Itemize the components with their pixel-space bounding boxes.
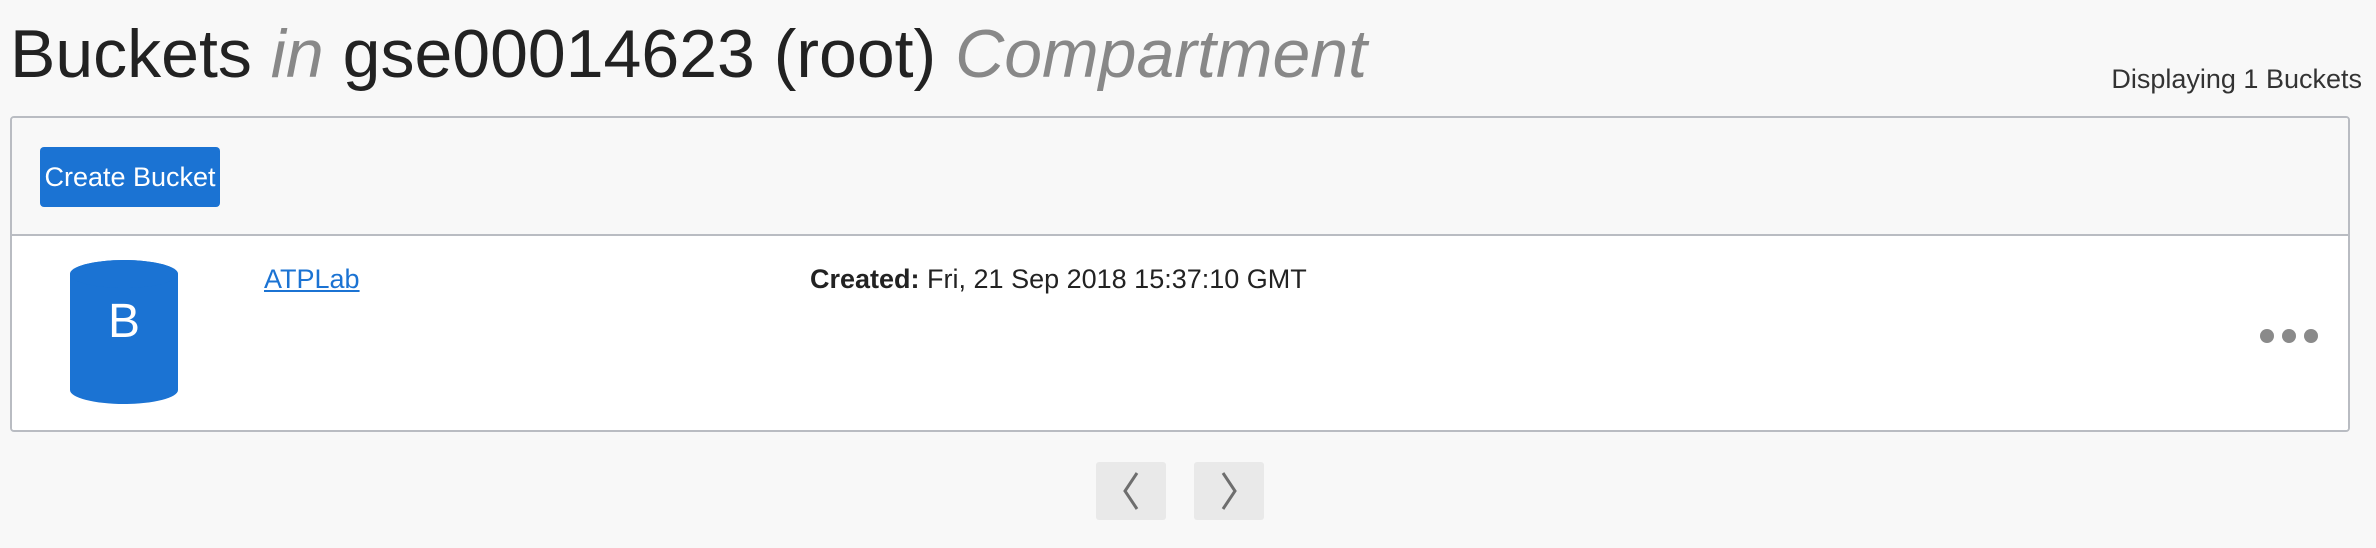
pagination bbox=[1094, 462, 1266, 520]
next-page-button[interactable] bbox=[1194, 462, 1264, 520]
bucket-name-link[interactable]: ATPLab bbox=[264, 264, 360, 295]
previous-page-button[interactable] bbox=[1096, 462, 1166, 520]
chevron-left-icon bbox=[1123, 472, 1139, 510]
page-header: Buckets in gse00014623 (root) Compartmen… bbox=[10, 6, 2366, 106]
page-title-suffix: Compartment bbox=[955, 16, 1368, 92]
created-label: Created: bbox=[810, 264, 920, 294]
created-value: Fri, 21 Sep 2018 15:37:10 GMT bbox=[927, 264, 1307, 294]
create-bucket-button[interactable]: Create Bucket bbox=[40, 147, 220, 207]
bucket-icon-letter: B bbox=[107, 295, 140, 348]
bucket-icon: B bbox=[70, 260, 178, 404]
page-title: Buckets in gse00014623 (root) Compartmen… bbox=[10, 14, 1367, 96]
more-actions-button[interactable] bbox=[2254, 318, 2324, 354]
display-count: Displaying 1 Buckets bbox=[2111, 64, 2362, 94]
compartment-name: gse00014623 (root) bbox=[342, 16, 937, 92]
page-title-prefix: Buckets bbox=[10, 16, 252, 92]
toolbar: Create Bucket bbox=[12, 118, 2348, 236]
bucket-row: B ATPLab Created: Fri, 21 Sep 2018 15:37… bbox=[12, 236, 2348, 430]
created-info: Created: Fri, 21 Sep 2018 15:37:10 GMT bbox=[810, 264, 1307, 295]
buckets-panel: Create Bucket B ATPLab Created: Fri, 21 … bbox=[10, 116, 2350, 432]
page-title-in: in bbox=[270, 16, 324, 92]
chevron-right-icon bbox=[1221, 472, 1237, 510]
ellipsis-icon bbox=[2260, 329, 2318, 343]
